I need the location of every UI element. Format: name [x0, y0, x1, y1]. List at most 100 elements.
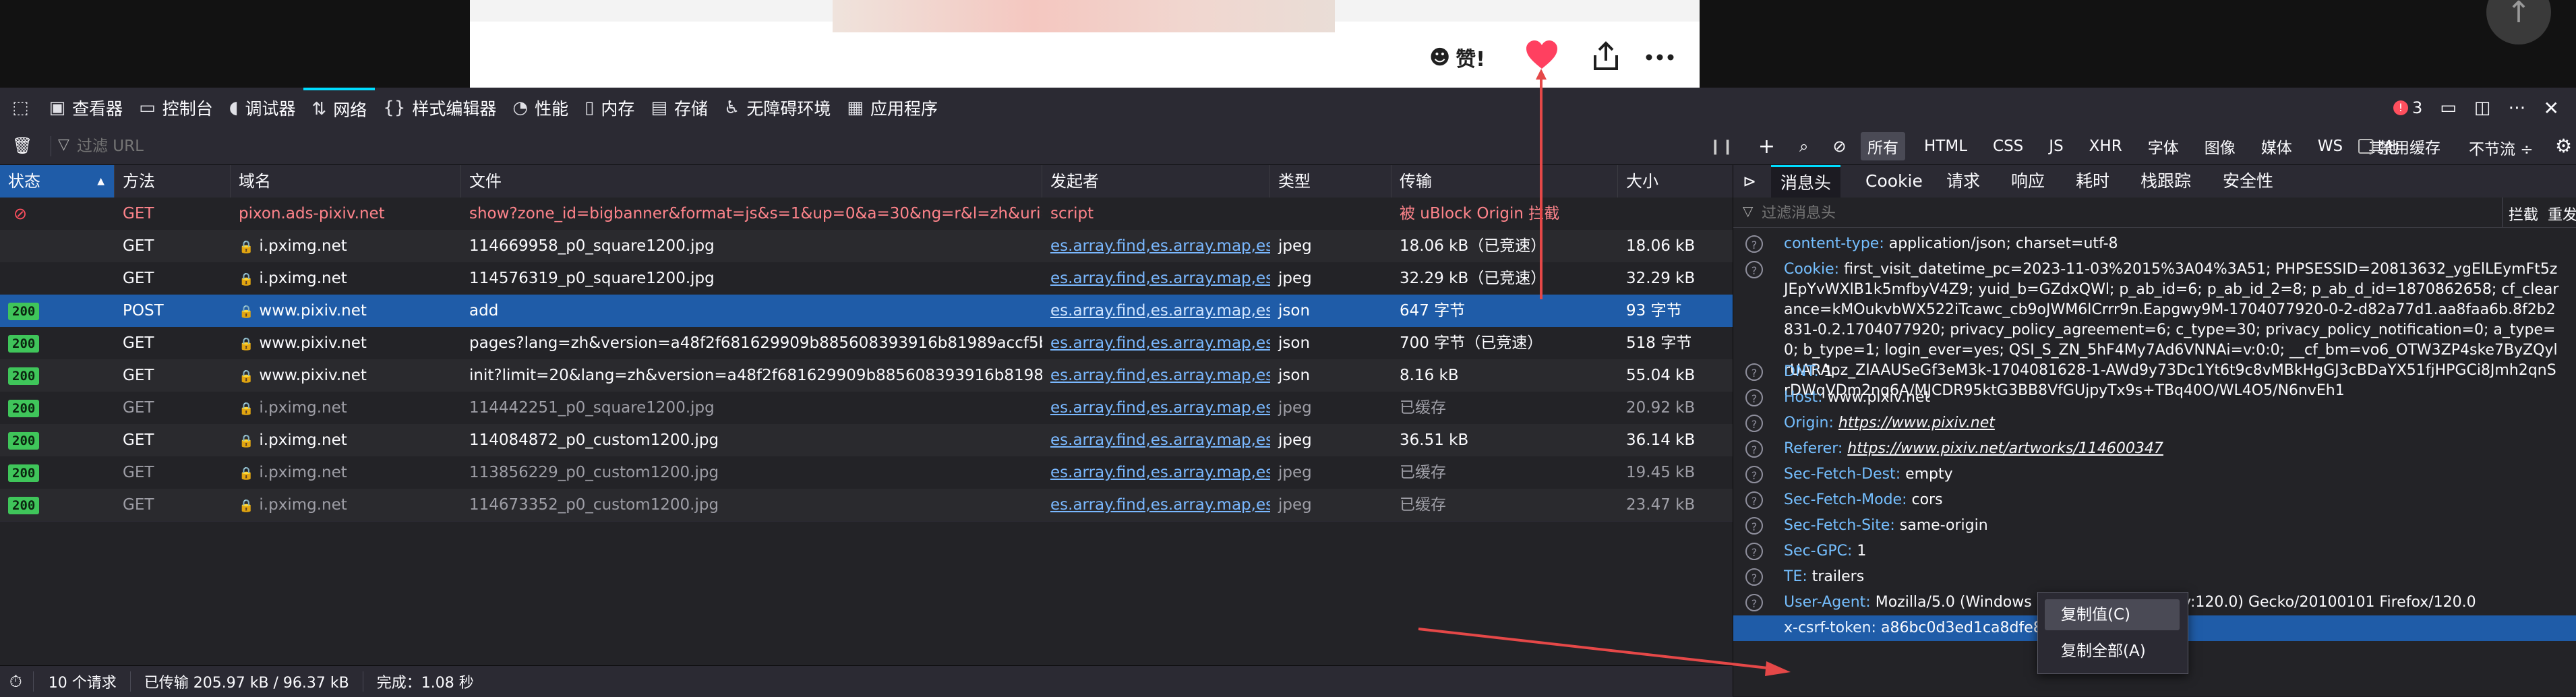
initiator-link[interactable]: es.array.find,es.array.map,es.f... [1050, 464, 1270, 481]
help-icon[interactable]: ? [1745, 235, 1763, 253]
close-icon[interactable]: ✕ [2543, 97, 2558, 119]
initiator-link[interactable]: es.array.find,es.array.map,es.f... [1050, 334, 1270, 352]
initiator-link[interactable]: es.array.find,es.array.map,es.f... [1050, 496, 1270, 514]
tab-cookies[interactable]: Cookie [1865, 165, 1923, 198]
pause-icon[interactable]: ❙❙ [1709, 138, 1734, 155]
type-filter-font[interactable]: 字体 [2141, 132, 2186, 160]
throttle-select[interactable]: 不节流 ÷ [2469, 136, 2534, 159]
disable-cache-checkbox[interactable] [2358, 139, 2373, 154]
column-header-type[interactable]: 类型 [1270, 165, 1391, 198]
tab-performance[interactable]: ◔ 性能 [504, 88, 576, 128]
column-header-status[interactable]: 状态 ▲ [0, 165, 115, 198]
help-icon[interactable]: ? [1745, 415, 1763, 432]
header-row[interactable]: ? TE: trailers [1733, 564, 2576, 590]
block-button[interactable]: 拦截 [2509, 203, 2538, 224]
table-row[interactable]: GET 🔒 i.pximg.net 114576319_p0_square1200.j… [0, 262, 1733, 295]
table-row[interactable]: 200 GET 🔒 i.pximg.net 114442251_p0_square120… [0, 392, 1733, 425]
tab-memory[interactable]: ▯ 内存 [576, 88, 642, 128]
gear-icon[interactable]: ⚙ [2555, 135, 2572, 157]
table-row[interactable]: 200 GET 🔒 i.pximg.net 114673352_p0_custom120… [0, 489, 1733, 522]
column-header-transfer[interactable]: 传输 [1391, 165, 1618, 198]
header-row[interactable]: ? DNT: 1 [1733, 359, 2576, 385]
column-header-method[interactable]: 方法 [115, 165, 231, 198]
header-row[interactable]: ? Origin: https://www.pixiv.net [1733, 411, 2576, 436]
tab-timings[interactable]: 耗时 [2076, 165, 2109, 198]
header-row[interactable]: ? Sec-Fetch-Site: same-origin [1733, 513, 2576, 539]
tab-style-editor[interactable]: {} 样式编辑器 [375, 88, 504, 128]
table-row[interactable]: 200 POST 🔒 www.pixiv.net add es.array.find,es… [0, 295, 1733, 328]
tab-stack-trace[interactable]: 栈跟踪 [2140, 165, 2191, 198]
type-filter-css[interactable]: CSS [1986, 135, 2030, 158]
help-icon[interactable]: ? [1745, 389, 1763, 406]
initiator-link[interactable]: es.array.find,es.array.map,es.f... [1050, 270, 1270, 287]
error-count-badge[interactable]: ! 3 [2393, 98, 2422, 117]
responsive-mode-icon[interactable]: ▭ [2440, 98, 2457, 118]
menu-item-copy-all[interactable]: 复制全部(A) [2045, 636, 2180, 667]
plus-icon[interactable]: + [1758, 135, 1775, 158]
more-icon[interactable] [1645, 47, 1675, 67]
filter-headers-input[interactable] [1760, 202, 2437, 224]
block-icon[interactable]: ⊘ [1832, 137, 1846, 156]
help-icon[interactable]: ? [1745, 517, 1763, 535]
type-filter-xhr[interactable]: XHR [2083, 135, 2129, 158]
column-header-domain[interactable]: 域名 [231, 165, 461, 198]
element-picker-button[interactable]: ⬚ [0, 88, 41, 128]
help-icon[interactable]: ? [1745, 363, 1763, 381]
type-filter-media[interactable]: 媒体 [2254, 132, 2299, 160]
tab-request[interactable]: 请求 [1946, 165, 1980, 198]
initiator-link[interactable]: es.array.find,es.array.map,es.f... [1050, 367, 1270, 384]
tab-console[interactable]: ▭ 控制台 [131, 88, 221, 128]
table-row[interactable]: GET 🔒 i.pximg.net 114669958_p0_square1200.j… [0, 230, 1733, 263]
table-row[interactable]: 200 GET 🔒 www.pixiv.net pages?lang=zh&versio… [0, 327, 1733, 360]
header-row[interactable]: ? Host: www.pixiv.net [1733, 385, 2576, 411]
header-row[interactable]: ? Sec-Fetch-Dest: empty [1733, 462, 2576, 487]
header-row[interactable]: ? content-type: application/json; charset… [1733, 231, 2576, 257]
header-row[interactable]: ? Cookie: first_visit_datetime_pc=2023-11… [1733, 257, 2576, 399]
more-options-icon[interactable]: ⋯ [2508, 98, 2525, 118]
help-icon[interactable]: ? [1745, 568, 1763, 586]
tab-network[interactable]: ⇅ 网络 [303, 88, 376, 128]
table-row[interactable]: 200 GET 🔒 i.pximg.net 114084872_p0_custom120… [0, 424, 1733, 457]
toggle-panel-icon[interactable]: ⊳ [1743, 165, 1756, 198]
header-row[interactable]: ? Sec-Fetch-Mode: cors [1733, 487, 2576, 513]
tab-debugger[interactable]: ◖ 调试器 [221, 88, 304, 128]
initiator-link[interactable]: es.array.find,es.array.map,es.f... [1050, 431, 1270, 449]
help-icon[interactable]: ? [1745, 594, 1763, 611]
initiator-link[interactable]: es.array.find,es.array.map,es.f... [1050, 237, 1270, 255]
table-row[interactable]: ⊘ GET pixon.ads-pixiv.net show?zone_id=bigb… [0, 198, 1733, 231]
type-filter-ws[interactable]: WS [2311, 135, 2349, 158]
filter-url-input[interactable] [76, 134, 1292, 158]
dock-options-icon[interactable]: ◫ [2474, 98, 2491, 118]
type-filter-image[interactable]: 图像 [2198, 132, 2242, 160]
tab-headers[interactable]: 消息头 [1771, 165, 1841, 198]
header-row[interactable]: ? Sec-GPC: 1 [1733, 539, 2576, 564]
type-filter-html[interactable]: HTML [1917, 135, 1974, 158]
search-icon[interactable]: ⌕ [1799, 137, 1808, 156]
tab-storage[interactable]: ▤ 存储 [642, 88, 716, 128]
like-button[interactable]: ☻ 赞! [1429, 40, 1485, 74]
tab-application[interactable]: ▦ 应用程序 [839, 88, 946, 128]
help-icon[interactable]: ? [1745, 491, 1763, 509]
trash-icon[interactable]: 🗑 [12, 136, 32, 155]
tab-accessibility[interactable]: ♿ 无障碍环境 [716, 88, 839, 128]
column-header-initiator[interactable]: 发起者 [1042, 165, 1270, 198]
menu-item-copy-value[interactable]: 复制值(C) [2045, 599, 2180, 630]
help-icon[interactable]: ? [1745, 261, 1763, 278]
type-filter-all[interactable]: 所有 [1861, 132, 1905, 160]
tab-inspector[interactable]: ▣ 查看器 [41, 88, 131, 128]
share-icon[interactable] [1591, 40, 1621, 73]
help-icon[interactable]: ? [1745, 440, 1763, 458]
type-filter-js[interactable]: JS [2042, 135, 2070, 158]
stopwatch-icon[interactable]: ⏱ [9, 672, 22, 691]
disable-cache-toggle[interactable]: 禁用缓存 [2358, 128, 2440, 164]
column-header-file[interactable]: 文件 [461, 165, 1042, 198]
initiator-link[interactable]: es.array.find,es.array.map,es.f... [1050, 399, 1270, 417]
header-row[interactable]: ? Referer: https://www.pixiv.net/artworks… [1733, 436, 2576, 462]
table-row[interactable]: 200 GET 🔒 i.pximg.net 113856229_p0_custom120… [0, 456, 1733, 489]
initiator-link[interactable]: es.array.find,es.array.map,es.f... [1050, 302, 1270, 320]
table-row[interactable]: 200 GET 🔒 www.pixiv.net init?limit=20&lang=z… [0, 359, 1733, 392]
column-header-size[interactable]: 大小 [1618, 165, 1733, 198]
tab-security[interactable]: 安全性 [2223, 165, 2273, 198]
help-icon[interactable]: ? [1745, 466, 1763, 483]
help-icon[interactable]: ? [1745, 543, 1763, 560]
